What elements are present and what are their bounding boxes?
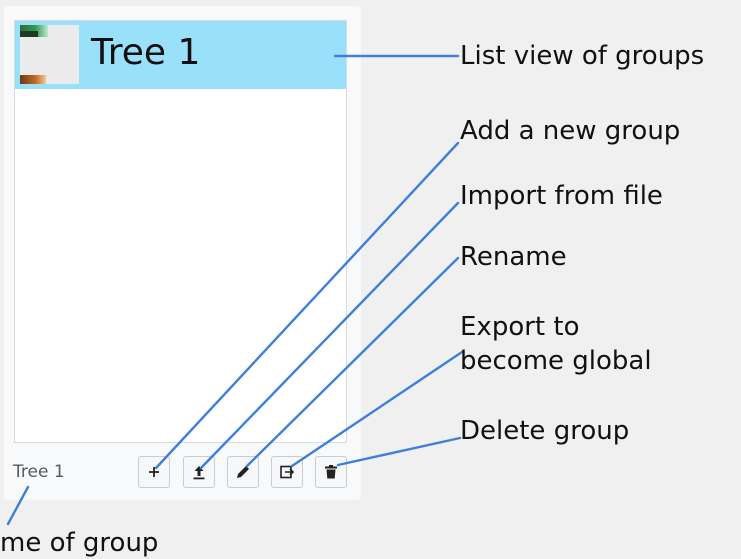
annotation-list-view: List view of groups <box>460 41 705 71</box>
annotation-rename: Rename <box>460 242 567 272</box>
annotation-delete: Delete group <box>460 416 630 446</box>
leader-lines <box>6 54 464 526</box>
annotation-add: Add a new group <box>460 116 681 146</box>
annotation-import: Import from file <box>460 181 663 211</box>
annotation-name-of-group: me of group <box>0 528 159 558</box>
annotation-export-line2: become global <box>460 346 652 376</box>
annotation-export-line1: Export to <box>460 312 580 342</box>
